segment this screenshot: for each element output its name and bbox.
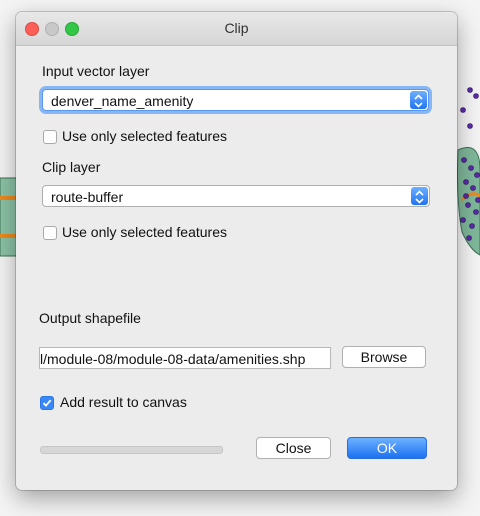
stepper-arrows-icon: [411, 187, 428, 205]
input-layer-label: Input vector layer: [42, 63, 150, 79]
stepper-arrows-icon: [410, 91, 427, 109]
clip-dialog: Clip Input vector layer denver_name_amen…: [16, 12, 457, 490]
add-result-label: Add result to canvas: [60, 394, 187, 410]
input-use-selected-label: Use only selected features: [62, 128, 227, 144]
window-title: Clip: [224, 20, 249, 36]
clip-use-selected-checkbox[interactable]: [43, 226, 57, 240]
browse-button[interactable]: Browse: [342, 346, 426, 368]
ok-button[interactable]: OK: [347, 437, 427, 459]
input-layer-value: denver_name_amenity: [51, 93, 194, 109]
checkmark-icon: [42, 399, 52, 407]
output-shapefile-label: Output shapefile: [39, 310, 141, 326]
input-layer-select[interactable]: denver_name_amenity: [42, 89, 429, 111]
title-bar[interactable]: Clip: [16, 12, 457, 46]
clip-layer-label: Clip layer: [42, 159, 101, 175]
progress-bar: [40, 446, 223, 454]
output-path-field[interactable]: l/module-08/module-08-data/amenities.shp: [39, 347, 331, 369]
output-path-value: l/module-08/module-08-data/amenities.shp: [40, 351, 306, 367]
close-button[interactable]: Close: [256, 437, 331, 459]
clip-layer-select[interactable]: route-buffer: [42, 185, 430, 207]
add-result-checkbox[interactable]: [40, 396, 54, 410]
input-use-selected-checkbox[interactable]: [43, 130, 57, 144]
clip-use-selected-label: Use only selected features: [62, 224, 227, 240]
clip-layer-value: route-buffer: [51, 189, 124, 205]
